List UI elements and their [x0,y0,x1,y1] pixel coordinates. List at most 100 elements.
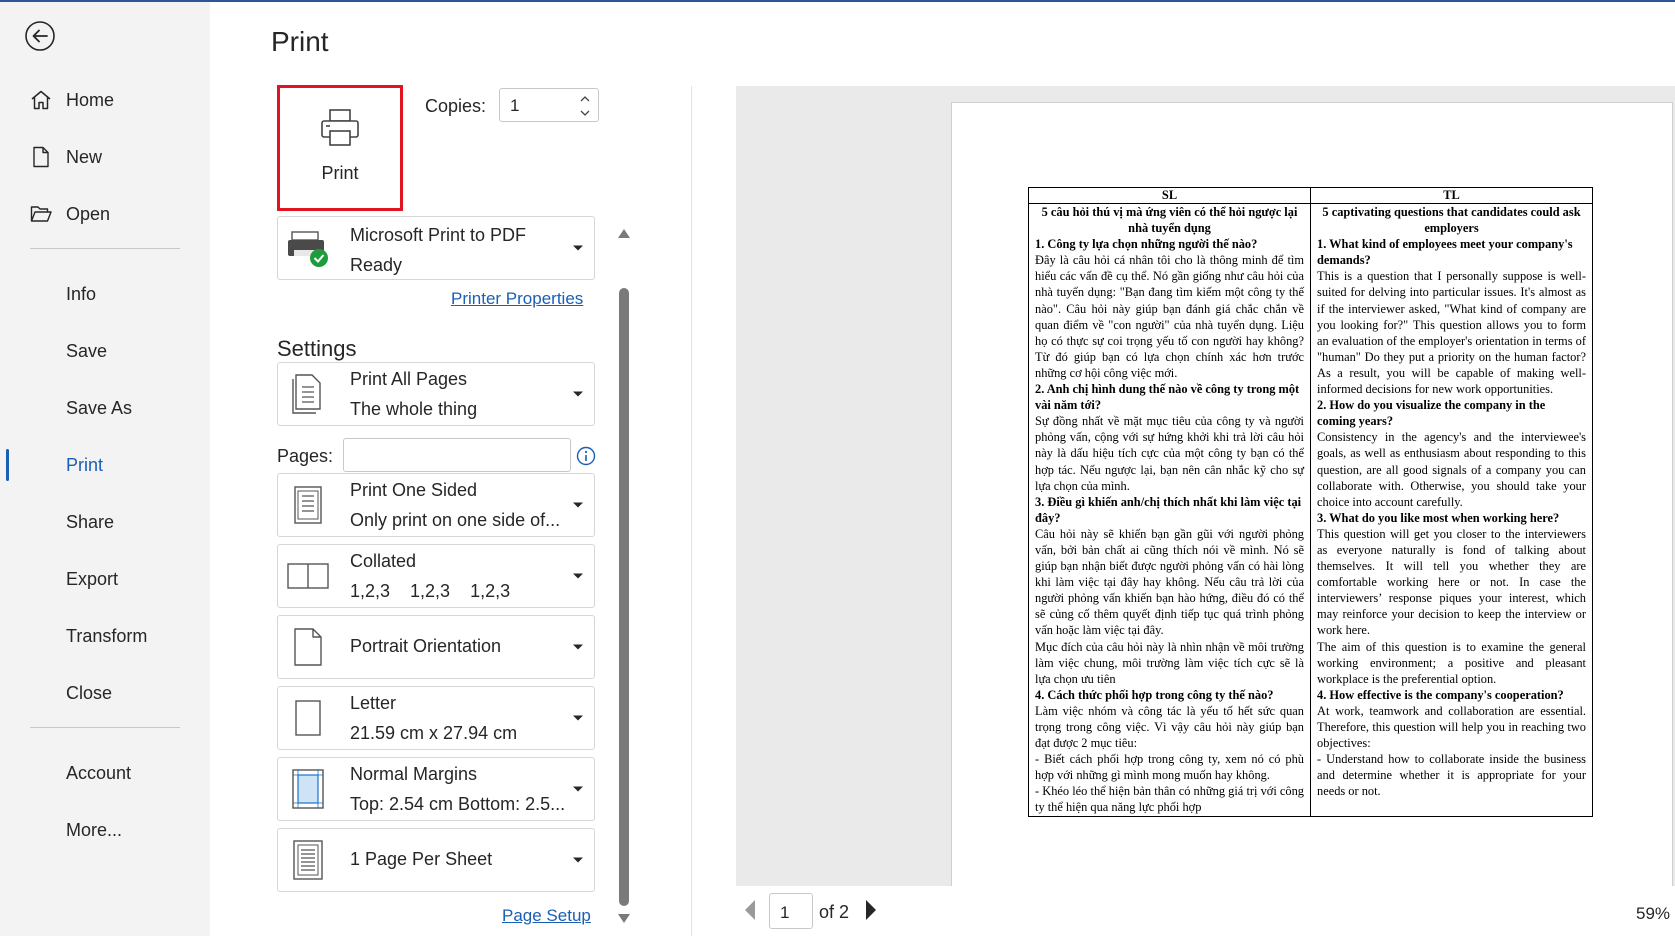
printer-ready-icon [286,226,330,270]
print-button-label: Print [321,163,359,183]
sidebar-item-label: Share [66,511,115,532]
printer-dropdown[interactable]: Microsoft Print to PDF Ready [277,216,595,280]
copies-label: Copies: [425,96,487,116]
doc-paragraph: This question will get you closer to the… [1317,526,1586,638]
settings-heading: Settings [277,336,357,361]
paper-size-dropdown[interactable]: Letter 21.59 cm x 27.94 cm [277,686,595,750]
sidebar-item-label: Save [66,340,108,361]
settings-scrollbar[interactable] [619,288,629,906]
setting-line1: Normal Margins [350,764,478,784]
sidebar-item-account[interactable]: Account [0,753,210,793]
sidebar-item-export[interactable]: Export [0,559,210,599]
sidebar-item-open[interactable]: Open [0,194,210,234]
portrait-page-icon [286,625,330,669]
doc-question: 4. Cách thức phối hợp trong công ty thế … [1035,687,1274,702]
doc-question: 1. What kind of employees meet your comp… [1317,237,1573,268]
info-icon[interactable] [576,446,596,466]
sidebar-item-close[interactable]: Close [0,673,210,713]
setting-line1: 1 Page Per Sheet [350,849,493,869]
sidebar-item-save-as[interactable]: Save As [0,388,210,428]
zoom-level[interactable]: 59% [1636,904,1670,924]
sidebar-item-print[interactable]: Print [0,445,210,485]
doc-paragraph: At work, teamwork and collaboration are … [1317,703,1586,751]
setting-line2: 1,2,3 1,2,3 1,2,3 [350,581,511,601]
doc-paragraph: Làm việc nhóm và công tác là yếu tố hết … [1035,703,1304,751]
sidebar-item-info[interactable]: Info [0,274,210,314]
setting-line2: Only print on one side of... [350,510,561,530]
sidebar-item-home[interactable]: Home [0,80,210,120]
doc-paragraph: Đây là câu hỏi cá nhân tôi cho là thông … [1035,253,1304,380]
home-icon [28,87,54,113]
copies-input[interactable] [508,95,572,117]
page-setup-link[interactable]: Page Setup [502,906,591,926]
dropdown-arrow-icon [573,715,583,721]
sidebar-item-more[interactable]: More... [0,810,210,850]
page-number-field[interactable] [769,893,813,929]
doc-paragraph: Câu hỏi này sẽ khiến bạn gần gũi với ngư… [1035,526,1304,638]
doc-question: 3. Điều gì khiến anh/chị thích nhất khi … [1035,494,1302,525]
backstage-sidebar: Home New Open Info Save Save As Print Sh… [0,2,210,936]
sidebar-item-share[interactable]: Share [0,502,210,542]
setting-line1: Collated [350,551,417,571]
doc-question: 2. How do you visualize the company in t… [1317,398,1546,429]
pages-per-sheet-dropdown[interactable]: 1 Page Per Sheet [277,828,595,892]
scroll-up-arrow-icon[interactable] [617,226,631,238]
dropdown-arrow-icon [573,644,583,650]
doc-paragraph: - Khéo léo thể hiện bản thân có những gi… [1035,784,1304,815]
doc-caption: 5 captivating questions that candidates … [1322,205,1581,236]
page-number-input[interactable] [778,902,810,924]
sidebar-item-label: More... [66,819,123,840]
sidebar-item-label: Close [66,682,113,703]
sidebar-item-save[interactable]: Save [0,331,210,371]
preview-page: SL TL 5 câu hỏi thú vị mà ứng viên có th… [951,102,1673,886]
doc-paragraph: This is a question that I personally sup… [1317,269,1586,397]
sidebar-item-transform[interactable]: Transform [0,616,210,656]
one-sided-icon [286,483,330,527]
setting-line2: 21.59 cm x 27.94 cm [350,723,518,743]
doc-paragraph: Consistency in the agency's and the inte… [1317,430,1586,509]
dropdown-arrow-icon [573,786,583,792]
doc-paragraph: - Biết cách phối hợp trong công ty, xem … [1035,752,1304,783]
sidebar-item-label: Account [66,762,132,783]
pages-stack-icon [286,372,330,416]
chevron-down-icon[interactable] [578,107,592,119]
print-button[interactable]: Print [277,85,403,211]
scroll-down-arrow-icon[interactable] [617,912,631,924]
printer-properties-link[interactable]: Printer Properties [451,289,583,309]
back-arrow-icon[interactable] [24,20,56,52]
page-title: Print [271,26,329,57]
printer-status: Ready [350,255,403,275]
setting-line1: Print All Pages [350,369,468,389]
dropdown-arrow-icon [573,245,583,251]
orientation-dropdown[interactable]: Portrait Orientation [277,615,595,679]
doc-paragraph: Sự đồng nhất về mặt mục tiêu của công ty… [1035,414,1304,493]
sidebar-item-label: Transform [66,625,148,646]
sidebar-divider [30,727,180,728]
window-top-accent [0,0,1675,2]
copies-stepper[interactable] [499,88,599,122]
sides-dropdown[interactable]: Print One Sided Only print on one side o… [277,473,595,537]
setting-line1: Portrait Orientation [350,636,502,656]
vietnamese-column: 5 câu hỏi thú vị mà ứng viên có thể hỏi … [1028,203,1311,817]
setting-line2: Top: 2.54 cm Bottom: 2.5... [350,794,566,814]
sidebar-item-new[interactable]: New [0,137,210,177]
dropdown-arrow-icon [573,391,583,397]
collation-dropdown[interactable]: Collated 1,2,3 1,2,3 1,2,3 [277,544,595,608]
chevron-up-icon[interactable] [578,92,592,104]
sidebar-item-label: Export [66,568,119,589]
paper-size-icon [286,696,330,740]
pane-divider [691,86,692,936]
print-preview-pane[interactable]: SL TL 5 câu hỏi thú vị mà ứng viên có th… [736,86,1675,886]
setting-line2: The whole thing [350,399,478,419]
previous-page-icon[interactable] [743,898,757,922]
dropdown-arrow-icon [573,502,583,508]
print-range-dropdown[interactable]: Print All Pages The whole thing [277,362,595,426]
margins-dropdown[interactable]: Normal Margins Top: 2.54 cm Bottom: 2.5.… [277,757,595,821]
page-count: of 2 [819,902,850,922]
next-page-icon[interactable] [864,898,878,922]
doc-paragraph: - Understand how to collaborate inside t… [1317,752,1586,799]
pages-field[interactable] [343,438,571,472]
english-column: 5 captivating questions that candidates … [1310,203,1593,817]
setting-line1: Print One Sided [350,480,478,500]
sidebar-item-label: New [66,146,103,167]
